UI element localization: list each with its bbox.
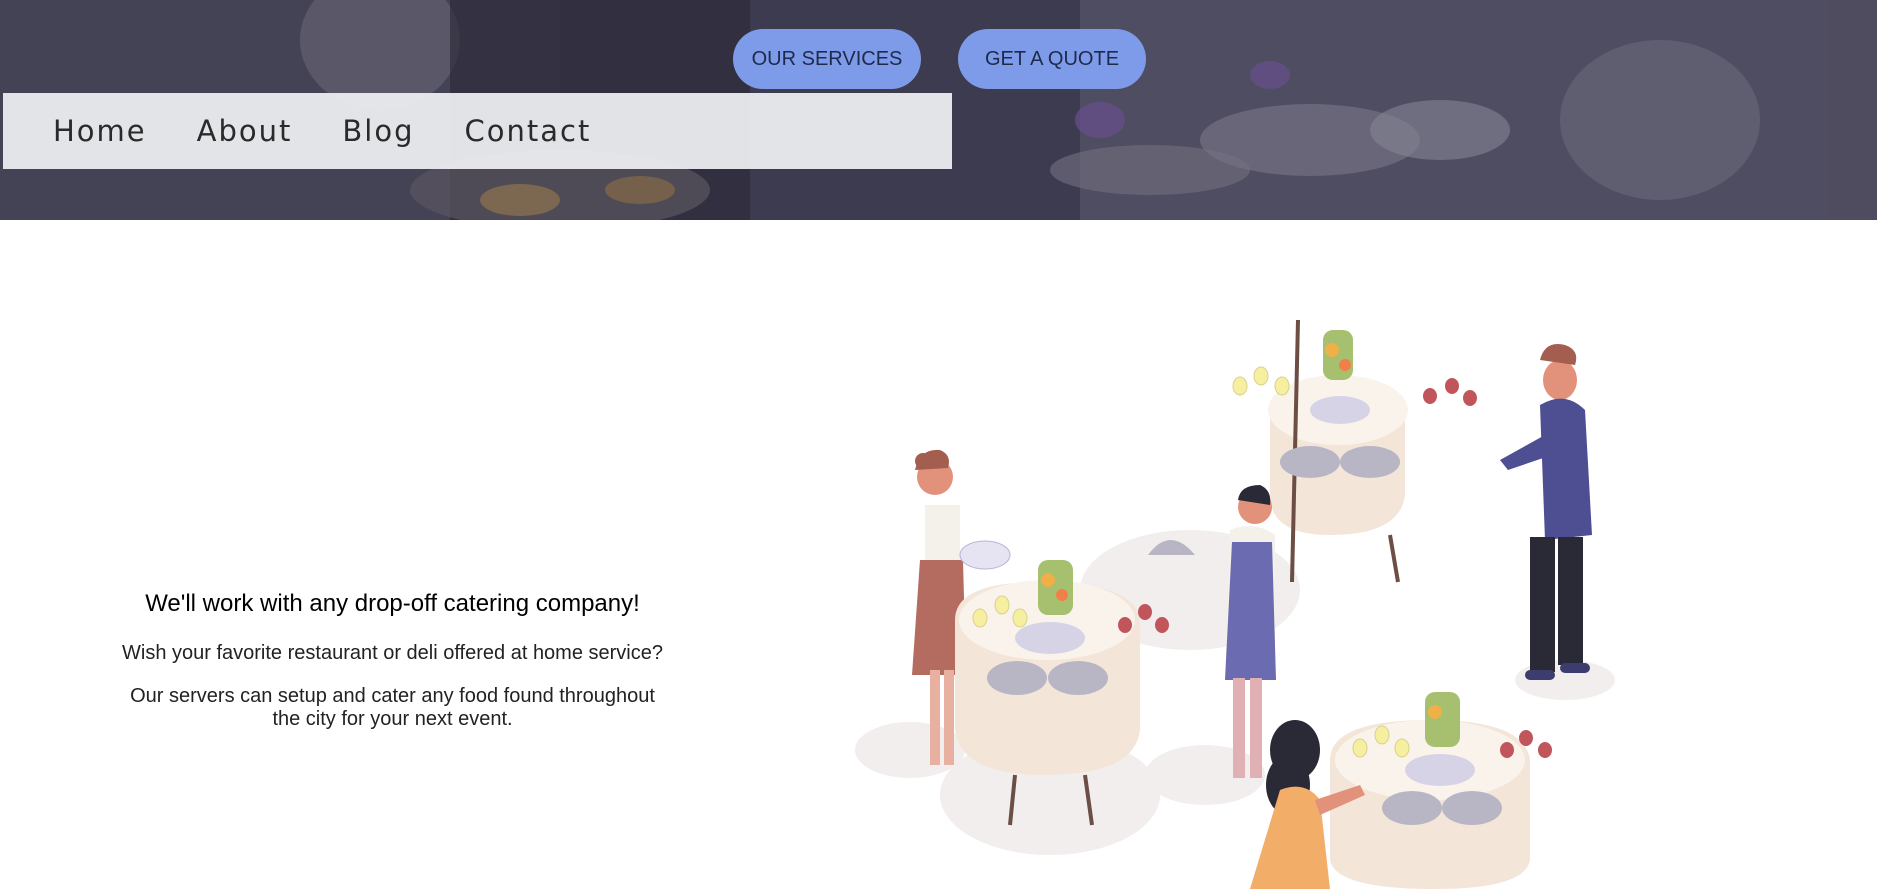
intro-section: We'll work with any drop-off catering co… [120,590,665,751]
intro-paragraph-2: Our servers can setup and cater any food… [130,685,655,730]
nav-blog[interactable]: Blog [342,114,414,148]
main-navigation: Home About Blog Contact [3,93,952,169]
get-a-quote-button[interactable]: GET A QUOTE [958,29,1146,89]
nav-home[interactable]: Home [53,114,147,148]
intro-paragraph-1: Wish your favorite restaurant or deli of… [122,642,663,664]
nav-about[interactable]: About [197,114,293,148]
hero-banner: OUR SERVICES GET A QUOTE Home About Blog… [0,0,1877,220]
catering-illustration [855,320,1615,889]
our-services-button[interactable]: OUR SERVICES [733,29,921,89]
nav-contact[interactable]: Contact [465,114,592,148]
section-title: We'll work with any drop-off catering co… [145,590,640,617]
